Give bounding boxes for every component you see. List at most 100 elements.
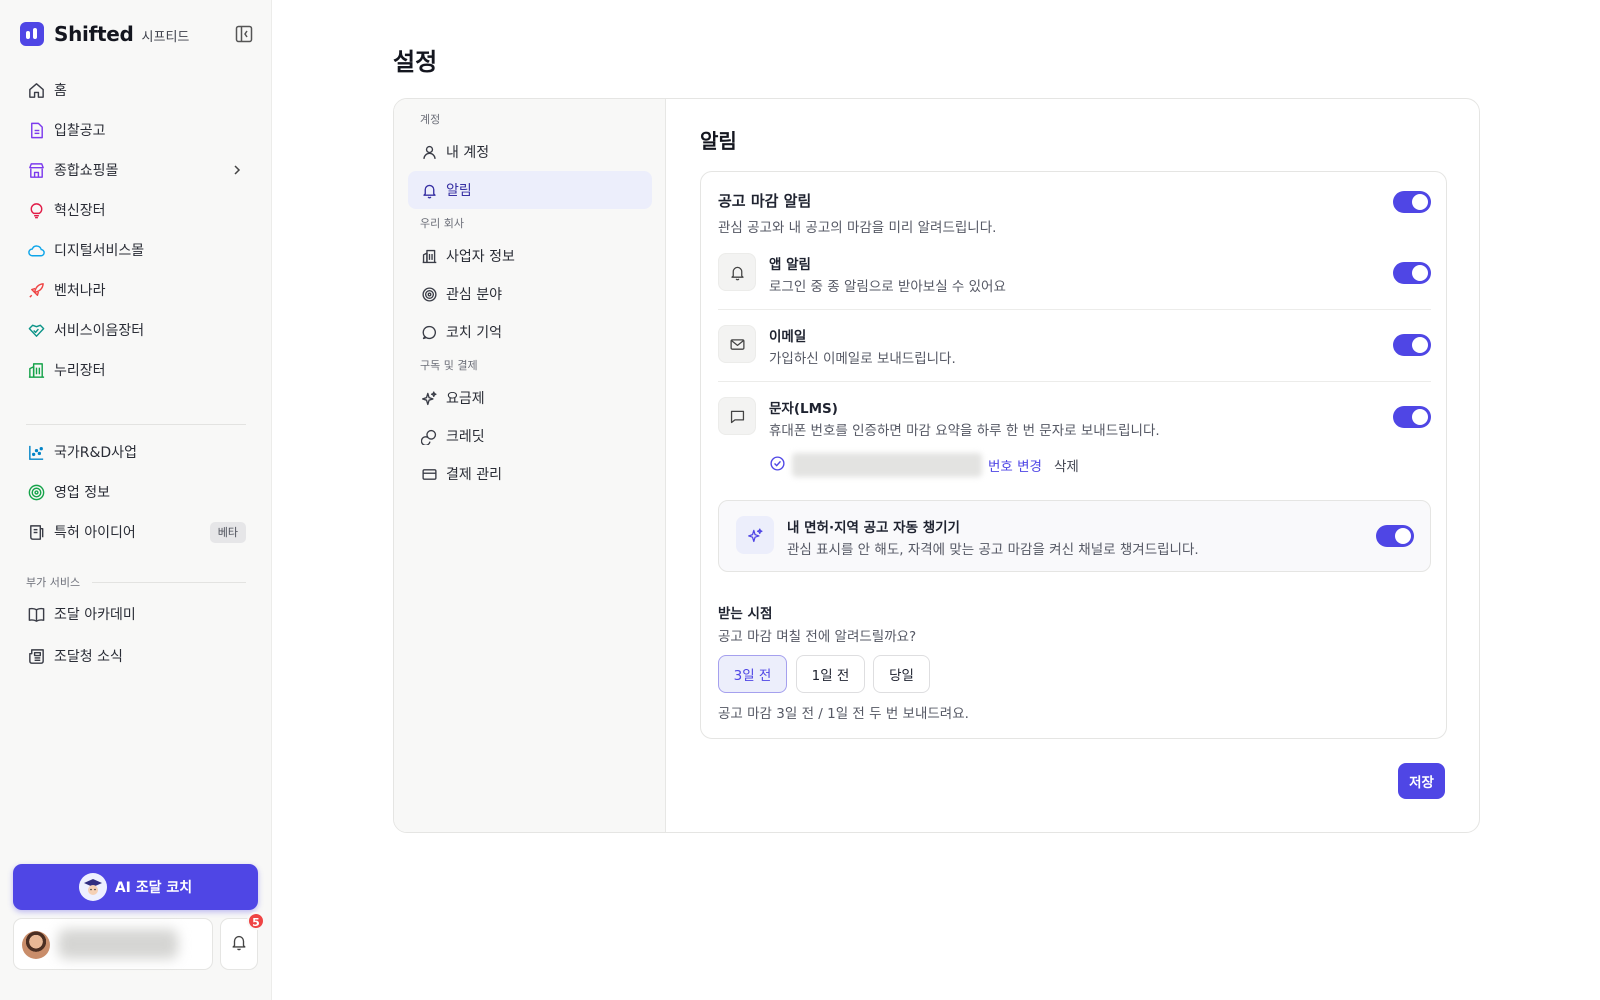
deadline-alert-panel: 공고 마감 알림 관심 공고와 내 공고의 마감을 미리 알려드립니다. 앱 알… [700,171,1447,739]
subnav-item-payments[interactable]: 결제 관리 [408,455,652,493]
credit-card-icon [420,465,438,483]
extra-nav: 조달 아카데미 조달청 소식 [14,594,258,676]
sidebar-item-digital-service-mall[interactable]: 디지털서비스몰 [14,230,258,270]
timing-note: 공고 마감 3일 전 / 1일 전 두 번 보내드려요. [718,706,969,722]
app-alert-toggle[interactable] [1393,262,1431,284]
sidebar-item-label: 국가R&D사업 [54,445,137,461]
channel-description: 로그인 중 종 알림으로 받아보실 수 있어요 [769,279,1006,295]
sidebar-item-home[interactable]: 홈 [14,70,258,110]
sidebar-item-label: 디지털서비스몰 [54,243,145,259]
sidebar-item-innovation-market[interactable]: 혁신장터 [14,190,258,230]
sidebar-item-label: 조달청 소식 [54,649,123,665]
subnav-item-label: 결제 관리 [446,467,502,483]
sidebar-item-sales-info[interactable]: 영업 정보 [14,472,258,512]
shifted-logo-icon [20,22,44,46]
user-name-redacted [58,929,178,959]
channel-description: 가입하신 이메일로 보내드립니다. [769,351,956,367]
sidebar: Shifted 시프티드 홈 입찰공고 종합쇼핑몰 혁신장터 디지털서비스몰 벤… [0,0,272,1000]
subnav-item-my-account[interactable]: 내 계정 [408,133,652,171]
sidebar-item-label: 영업 정보 [54,485,110,501]
save-button[interactable]: 저장 [1398,763,1445,799]
auto-track-title: 내 면허·지역 공고 자동 챙기기 [787,520,960,536]
delete-phone-link[interactable]: 삭제 [1054,455,1079,475]
subnav-item-label: 요금제 [446,391,485,407]
auto-track-toggle[interactable] [1376,525,1414,547]
settings-card: 계정 내 계정 알림 우리 회사 사업자 정보 관심 분야 코치 기억 구독 및… [393,98,1480,833]
subnav-item-coach-memory[interactable]: 코치 기억 [408,313,652,351]
channel-title: 문자(LMS) [769,401,838,417]
notification-count-badge: 5 [247,912,265,930]
sidebar-item-patent-idea[interactable]: 특허 아이디어 베타 [14,512,258,552]
sidebar-item-label: 특허 아이디어 [54,525,136,541]
home-icon [26,80,46,100]
subnav-item-label: 관심 분야 [446,287,502,303]
book-icon [26,604,46,624]
subnav-item-credits[interactable]: 크레딧 [408,417,652,455]
phone-number-redacted [792,453,982,477]
main-nav: 홈 입찰공고 종합쇼핑몰 혁신장터 디지털서비스몰 벤처나라 서비스이음장터 누… [14,70,258,390]
sms-alert-toggle[interactable] [1393,406,1431,428]
change-phone-link[interactable]: 번호 변경 [988,455,1042,475]
timing-option-1-day[interactable]: 1일 전 [796,655,865,693]
beta-badge: 베타 [209,522,246,543]
user-icon [420,143,438,161]
row-divider [718,309,1431,310]
sidebar-item-service-link-market[interactable]: 서비스이음장터 [14,310,258,350]
settings-sub-nav: 계정 내 계정 알림 우리 회사 사업자 정보 관심 분야 코치 기억 구독 및… [394,99,666,832]
timing-option-same-day[interactable]: 당일 [873,655,930,693]
timing-option-3-days[interactable]: 3일 전 [718,655,787,693]
sparkles-icon [420,389,438,407]
brand-subtitle: 시프티드 [141,30,190,45]
subnav-item-interests[interactable]: 관심 분야 [408,275,652,313]
sidebar-item-venture-nara[interactable]: 벤처나라 [14,270,258,310]
sidebar-item-shopping-mall[interactable]: 종합쇼핑몰 [14,150,258,190]
avatar [22,931,50,959]
sidebar-section-label: 부가 서비스 [26,576,81,589]
sidebar-collapse-icon[interactable] [234,24,254,44]
target-icon [26,482,46,502]
sidebar-item-label: 조달 아카데미 [54,607,136,623]
sidebar-item-national-rnd[interactable]: 국가R&D사업 [14,432,258,472]
subnav-item-label: 알림 [446,183,472,199]
rocket-icon [26,280,46,300]
sparkles-icon [736,516,774,554]
auto-track-box: 내 면허·지역 공고 자동 챙기기 관심 표시를 안 해도, 자격에 맞는 공고… [718,500,1431,572]
subnav-item-business-info[interactable]: 사업자 정보 [408,237,652,275]
sidebar-item-label: 서비스이음장터 [54,323,145,339]
channel-title: 앱 알림 [769,257,811,273]
section-title: 알림 [700,129,737,153]
data-nav: 국가R&D사업 영업 정보 특허 아이디어 베타 [14,432,258,552]
email-alert-toggle[interactable] [1393,334,1431,356]
subnav-section-account: 계정 [420,113,441,126]
subnav-item-notifications[interactable]: 알림 [408,171,652,209]
message-icon [718,397,756,435]
ai-coach-button[interactable]: AI 조달 코치 [13,864,258,910]
target-icon [420,285,438,303]
panel-description: 관심 공고와 내 공고의 마감을 미리 알려드립니다. [718,220,997,236]
user-profile-card[interactable] [13,918,213,970]
section-divider [92,582,246,583]
document-icon [26,120,46,140]
subnav-section-company: 우리 회사 [420,217,464,230]
sidebar-item-bid-notices[interactable]: 입찰공고 [14,110,258,150]
channel-title: 이메일 [769,329,807,345]
handshake-icon [26,320,46,340]
sidebar-item-nuri-market[interactable]: 누리장터 [14,350,258,390]
deadline-alert-toggle[interactable] [1393,191,1431,213]
store-icon [26,160,46,180]
sidebar-item-label: 벤처나라 [54,283,106,299]
sidebar-item-pps-news[interactable]: 조달청 소식 [14,636,258,676]
brand[interactable]: Shifted 시프티드 [20,20,189,48]
mail-icon [718,325,756,363]
cloud-icon [26,240,46,260]
sidebar-item-label: 종합쇼핑몰 [54,163,119,179]
sidebar-item-label: 홈 [54,83,67,99]
subnav-item-label: 내 계정 [446,145,490,161]
building-icon [26,360,46,380]
patent-icon [26,522,46,542]
subnav-item-plans[interactable]: 요금제 [408,379,652,417]
sidebar-item-procurement-academy[interactable]: 조달 아카데미 [14,594,258,634]
coach-avatar-icon [78,873,107,901]
subnav-item-label: 사업자 정보 [446,249,515,265]
subnav-section-billing: 구독 및 결제 [420,359,478,372]
